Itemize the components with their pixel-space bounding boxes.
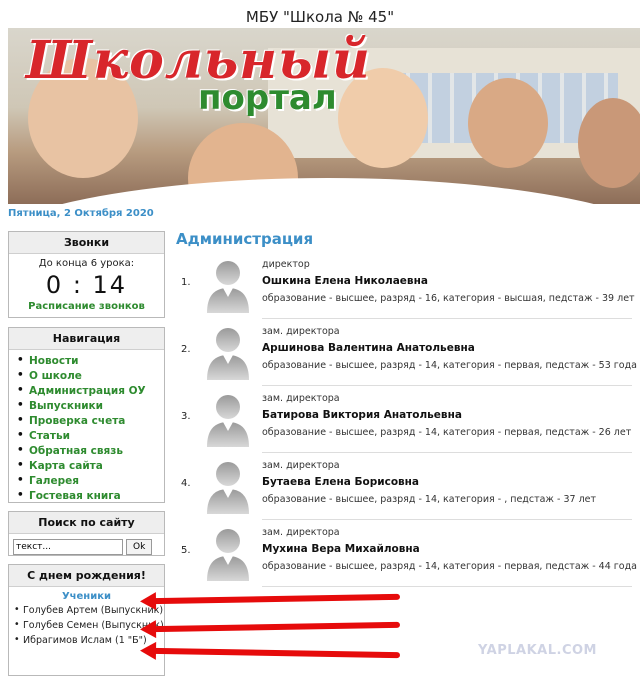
red-arrow-annotation [139, 592, 401, 611]
header-banner[interactable]: Школьный портал [8, 28, 640, 204]
nav-item-feedback[interactable]: Обратная связь [9, 444, 164, 459]
navigation-widget: Навигация Новости О школе Администрация … [8, 327, 165, 503]
nav-item-administration[interactable]: Администрация ОУ [9, 384, 164, 399]
staff-details: образование - высшее, разряд - 14, катег… [262, 494, 597, 505]
search-button[interactable]: Ok [126, 539, 153, 555]
avatar-placeholder-icon [201, 389, 255, 447]
logo-text-portal: портал [198, 78, 337, 118]
watermark: YAPLAKAL.COM [478, 643, 597, 658]
search-widget: Поиск по сайту Ok [8, 511, 165, 556]
row-divider [262, 586, 632, 587]
nav-item-guestbook[interactable]: Гостевая книга [9, 489, 164, 504]
search-input[interactable] [13, 539, 123, 555]
staff-name: Аршинова Валентина Анатольевна [262, 342, 475, 354]
staff-name: Ошкина Елена Николаевна [262, 275, 428, 287]
staff-role: зам. директора [262, 326, 340, 337]
staff-name: Бутаева Елена Борисовна [262, 476, 420, 488]
staff-row: 3. зам. директора Батирова Виктория Анат… [176, 386, 632, 453]
staff-list: 1. директор Ошкина Елена Николаевна обра… [176, 252, 637, 587]
nav-item-articles[interactable]: Статьи [9, 429, 164, 444]
avatar-placeholder-icon [201, 322, 255, 380]
bells-timer: 0 : 14 [45, 271, 128, 299]
bells-widget: Звонки До конца 6 урока: 0 : 14 Расписан… [8, 231, 165, 318]
current-date: Пятница, 2 Октября 2020 [8, 208, 154, 219]
avatar-placeholder-icon [201, 523, 255, 581]
staff-row: 1. директор Ошкина Елена Николаевна обра… [176, 252, 635, 319]
staff-row: 5. зам. директора Мухина Вера Михайловна… [176, 520, 637, 587]
staff-details: образование - высшее, разряд - 16, катег… [262, 293, 635, 304]
bells-countdown-label: До конца 6 урока: [38, 258, 135, 269]
staff-role: директор [262, 259, 310, 270]
staff-number: 1. [181, 277, 191, 288]
nav-item-sitemap[interactable]: Карта сайта [9, 459, 164, 474]
red-arrow-annotation [139, 620, 401, 639]
staff-role: зам. директора [262, 527, 340, 538]
staff-row: 2. зам. директора Аршинова Валентина Ана… [176, 319, 637, 386]
staff-name: Батирова Виктория Анатольевна [262, 409, 462, 421]
nav-item-graduates[interactable]: Выпускники [9, 399, 164, 414]
staff-details: образование - высшее, разряд - 14, катег… [262, 360, 637, 371]
banner-child-image [468, 78, 548, 168]
red-arrow-annotation [139, 641, 401, 660]
staff-row: 4. зам. директора Бутаева Елена Борисовн… [176, 453, 632, 520]
search-title: Поиск по сайту [9, 512, 164, 534]
staff-number: 5. [181, 545, 191, 556]
nav-item-gallery[interactable]: Галерея [9, 474, 164, 489]
staff-role: зам. директора [262, 393, 340, 404]
birthday-title: С днем рождения! [9, 565, 164, 587]
staff-details: образование - высшее, разряд - 14, катег… [262, 427, 632, 438]
bells-schedule-link[interactable]: Расписание звонков [9, 301, 164, 312]
staff-name: Мухина Вера Михайловна [262, 543, 420, 555]
site-title: МБУ "Школа № 45" [245, 8, 395, 26]
avatar-placeholder-icon [201, 456, 255, 514]
staff-number: 3. [181, 411, 191, 422]
navigation-title: Навигация [9, 328, 164, 350]
page-title: Администрация [176, 230, 314, 248]
banner-curve [8, 178, 640, 204]
nav-item-news[interactable]: Новости [9, 354, 164, 369]
staff-details: образование - высшее, разряд - 14, катег… [262, 561, 637, 572]
staff-role: зам. директора [262, 460, 340, 471]
banner-child-image [578, 98, 640, 188]
navigation-list: Новости О школе Администрация ОУ Выпускн… [9, 354, 164, 504]
staff-number: 2. [181, 344, 191, 355]
bells-title: Звонки [9, 232, 164, 254]
nav-item-about[interactable]: О школе [9, 369, 164, 384]
nav-item-account-check[interactable]: Проверка счета [9, 414, 164, 429]
staff-number: 4. [181, 478, 191, 489]
avatar-placeholder-icon [201, 255, 255, 313]
